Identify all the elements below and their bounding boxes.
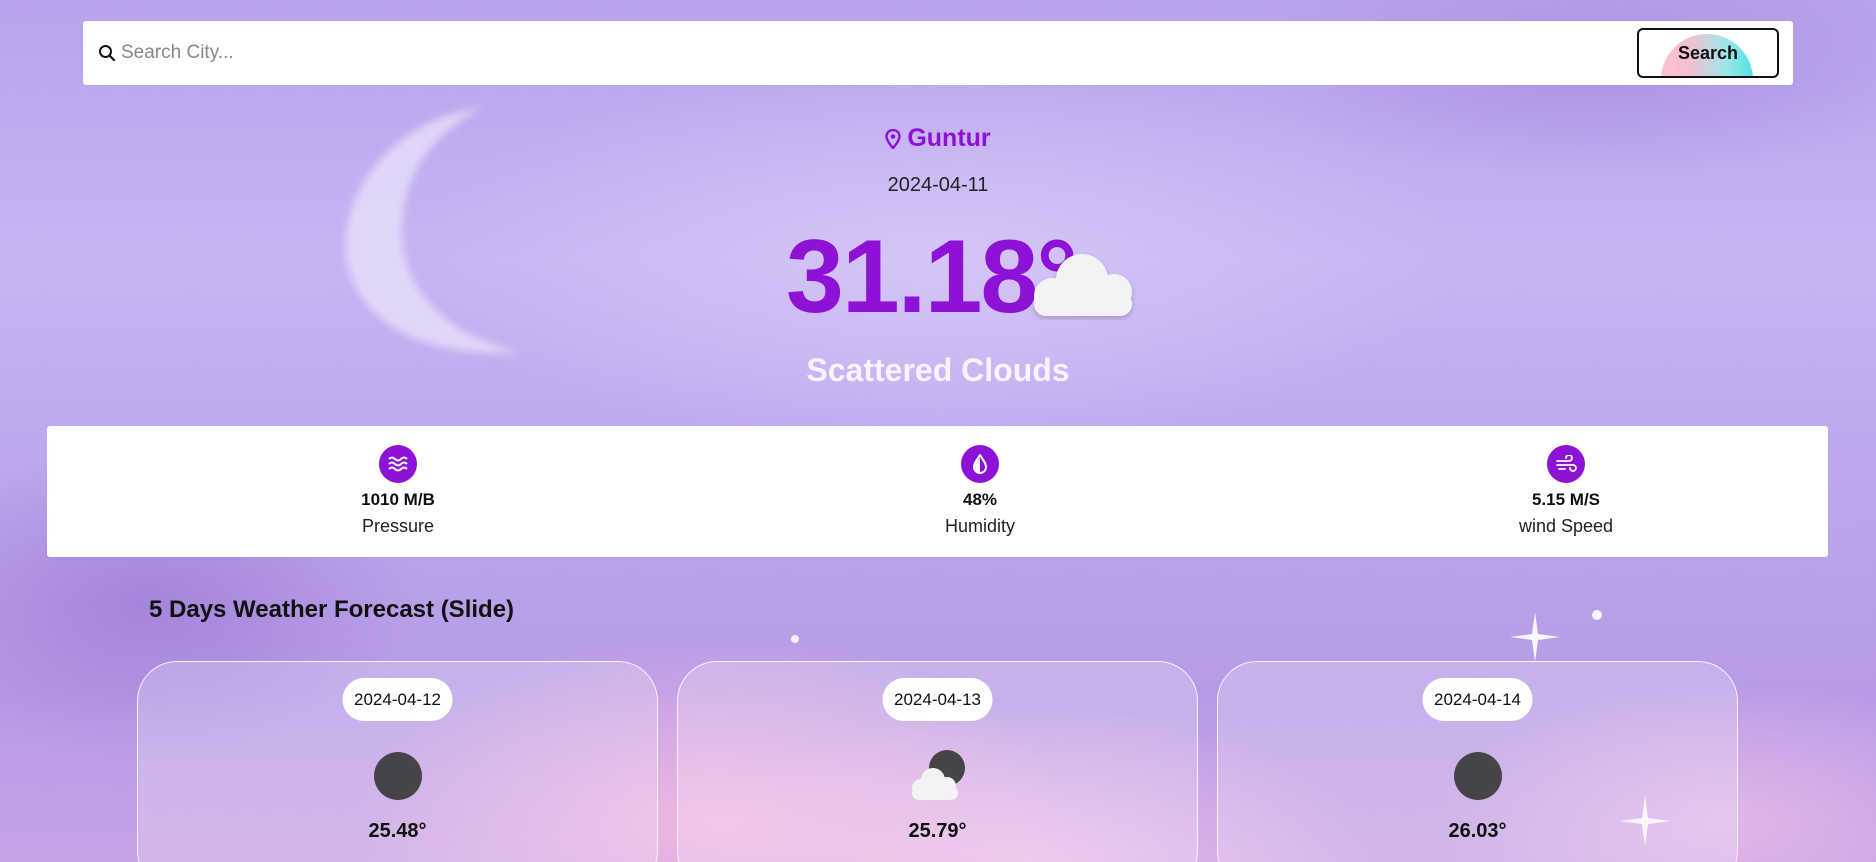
forecast-temp: 25.48°: [368, 820, 427, 842]
wind-speed-stat: 5.15 M/S wind Speed: [1416, 426, 1716, 557]
search-input[interactable]: [121, 35, 1701, 71]
pressure-stat: 1010 M/B Pressure: [248, 426, 548, 557]
humidity-label: Humidity: [944, 516, 1015, 536]
clear-night-icon: [373, 752, 422, 800]
search-button[interactable]: Search: [1637, 28, 1779, 78]
search-icon: [99, 45, 116, 62]
weather-stats-panel: 1010 M/B Pressure 48% Humidity 5.15 M/S …: [47, 426, 1828, 557]
forecast-card[interactable]: 2024-04-12 25.48°: [137, 661, 658, 862]
search-bar: Search: [83, 21, 1793, 85]
forecast-card[interactable]: 2024-04-13 25.79°: [677, 661, 1198, 862]
weather-condition: Scattered Clouds: [806, 352, 1070, 388]
sparkle-decoration: [1592, 610, 1602, 620]
pressure-value: 1010 M/B: [361, 490, 435, 509]
location-pin-icon: [885, 128, 902, 150]
water-drop-icon: [961, 445, 999, 483]
forecast-date: 2024-04-14: [1422, 678, 1533, 721]
wind-speed-value: 5.15 M/S: [1531, 490, 1601, 509]
forecast-temp: 26.03°: [1448, 820, 1507, 842]
humidity-stat: 48% Humidity: [830, 426, 1130, 557]
search-button-label: Search: [1677, 43, 1739, 63]
current-date: 2024-04-11: [887, 174, 989, 196]
cloudy-night-icon: [911, 750, 965, 800]
forecast-card[interactable]: 2024-04-14 26.03°: [1217, 661, 1738, 862]
humidity-value: 48%: [962, 490, 998, 509]
forecast-title: 5 Days Weather Forecast (Slide): [149, 596, 515, 623]
clear-night-icon: [1453, 752, 1502, 800]
forecast-date: 2024-04-13: [882, 678, 993, 721]
wind-icon: [1547, 445, 1585, 483]
waves-icon: [379, 445, 417, 483]
location: Guntur: [0, 124, 1876, 153]
pressure-label: Pressure: [361, 516, 435, 536]
forecast-temp: 25.79°: [908, 820, 967, 842]
cloud-icon: [1034, 254, 1132, 316]
forecast-date: 2024-04-12: [342, 678, 453, 721]
city-name: Guntur: [907, 124, 991, 152]
sparkle-decoration: [791, 635, 799, 643]
wind-speed-label: wind Speed: [1518, 516, 1614, 536]
sparkle-decoration: [1510, 612, 1560, 662]
